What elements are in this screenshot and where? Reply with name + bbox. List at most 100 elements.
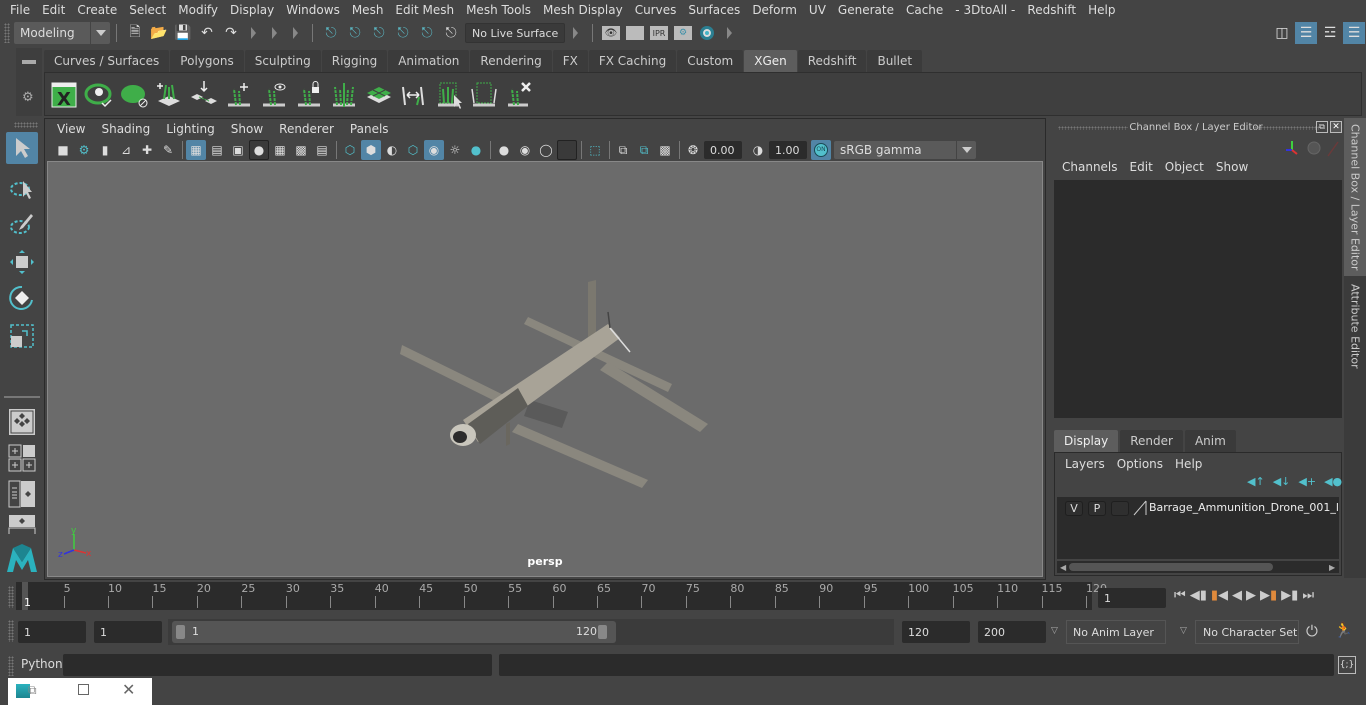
xgen-sculpt-guides-icon[interactable] xyxy=(329,79,359,109)
undo-icon[interactable]: ↶ xyxy=(196,22,218,44)
wireframe-on-shaded-icon[interactable]: ⬡ xyxy=(403,140,423,160)
maximize-icon[interactable] xyxy=(78,684,89,695)
persp-graph-layout-button[interactable] xyxy=(6,514,38,534)
panel-menu-show[interactable]: Show xyxy=(223,122,271,136)
film-gate-icon[interactable]: ▤ xyxy=(207,140,227,160)
menu-help[interactable]: Help xyxy=(1082,3,1121,17)
panel-menu-renderer[interactable]: Renderer xyxy=(271,122,342,136)
menu-3dtoall[interactable]: - 3DtoAll - xyxy=(949,3,1021,17)
xgen-preview-icon[interactable] xyxy=(84,79,114,109)
xray-icon[interactable]: ⧉ xyxy=(613,140,633,160)
channel-box-toggle-icon[interactable]: ☰ xyxy=(1343,22,1365,44)
range-start-handle[interactable] xyxy=(176,625,185,639)
collapse-toggle[interactable] xyxy=(251,27,256,39)
xgen-hide-icon[interactable] xyxy=(119,79,149,109)
menu-set-dropdown[interactable]: Modeling xyxy=(14,22,110,44)
xgen-bound-guides-icon[interactable] xyxy=(469,79,499,109)
xgen-select-guides-icon[interactable] xyxy=(434,79,464,109)
step-forward-key-icon[interactable]: ▶▮ xyxy=(1260,588,1277,603)
shelf-tab-custom[interactable]: Custom xyxy=(677,50,744,72)
layer-menu-options[interactable]: Options xyxy=(1111,457,1169,471)
layer-visibility-toggle[interactable]: V xyxy=(1065,501,1083,516)
animation-end-field[interactable]: 200 xyxy=(978,621,1046,643)
shelf-tabs-menu-icon[interactable] xyxy=(22,60,36,64)
scale-tool[interactable] xyxy=(6,320,38,352)
go-to-start-icon[interactable]: ⏮ xyxy=(1174,588,1186,603)
range-end-handle[interactable] xyxy=(598,625,607,639)
menu-redshift[interactable]: Redshift xyxy=(1021,3,1082,17)
menu-edit[interactable]: Edit xyxy=(36,3,71,17)
command-language-label[interactable]: Python xyxy=(21,657,63,671)
step-back-key-icon[interactable]: ▮◀ xyxy=(1211,588,1228,603)
shelf-tab-xgen[interactable]: XGen xyxy=(744,50,797,72)
anim-layer-dropdown[interactable]: No Anim Layer xyxy=(1066,620,1166,644)
channel-box-menu-show[interactable]: Show xyxy=(1210,160,1254,174)
layer-tab-render[interactable]: Render xyxy=(1120,430,1183,452)
textured-icon[interactable]: ◉ xyxy=(424,140,444,160)
tool-settings-toggle-icon[interactable]: ☲ xyxy=(1319,22,1341,44)
scroll-left-icon[interactable]: ◀ xyxy=(1060,563,1066,572)
script-editor-icon[interactable]: {;} xyxy=(1338,656,1356,674)
scrollbar-thumb[interactable] xyxy=(1069,563,1273,571)
character-set-dropdown[interactable]: No Character Set xyxy=(1195,620,1299,644)
close-icon[interactable]: ✕ xyxy=(122,680,135,699)
smooth-shade-icon[interactable]: ⬢ xyxy=(361,140,381,160)
menu-generate[interactable]: Generate xyxy=(832,3,900,17)
panel-menu-view[interactable]: View xyxy=(49,122,93,136)
channel-box-menu-channels[interactable]: Channels xyxy=(1056,160,1124,174)
menu-deform[interactable]: Deform xyxy=(746,3,803,17)
shelf-tab-polygons[interactable]: Polygons xyxy=(170,50,244,72)
2d-pan-zoom-icon[interactable]: ✚ xyxy=(137,140,157,160)
collapse-toggle[interactable] xyxy=(573,27,578,39)
shelf-tab-redshift[interactable]: Redshift xyxy=(797,50,867,72)
single-perspective-layout-button[interactable] xyxy=(6,406,38,438)
layer-tab-display[interactable]: Display xyxy=(1054,430,1119,452)
isolate-select-icon[interactable]: ⬚ xyxy=(585,140,605,160)
shelf-tab-fx[interactable]: FX xyxy=(552,50,588,72)
screen-space-ao-icon[interactable]: ● xyxy=(494,140,514,160)
menu-select[interactable]: Select xyxy=(123,3,172,17)
tab-attribute-editor[interactable]: Attribute Editor xyxy=(1344,278,1366,374)
gate-mask-icon[interactable]: ● xyxy=(249,140,269,160)
ipr-render-icon[interactable]: IPR xyxy=(650,26,668,40)
xgen-add-guide-icon[interactable] xyxy=(224,79,254,109)
manipulator-icon[interactable] xyxy=(1286,141,1298,155)
layer-name[interactable]: Barrage_Ammunition_Drone_001_layer xyxy=(1149,501,1339,514)
xgen-delete-guides-icon[interactable] xyxy=(504,79,534,109)
layer-row[interactable]: VP Barrage_Ammunition_Drone_001_layer xyxy=(1057,497,1339,519)
grease-pencil-icon[interactable]: ✎ xyxy=(158,140,178,160)
step-back-frame-icon[interactable]: ◀▮ xyxy=(1190,588,1207,603)
layer-menu-help[interactable]: Help xyxy=(1169,457,1208,471)
menu-display[interactable]: Display xyxy=(224,3,280,17)
make-live-icon[interactable]: ⎋ xyxy=(440,22,462,44)
gamma-icon[interactable]: ◑ xyxy=(748,140,768,160)
current-frame-field[interactable]: 1 xyxy=(1098,588,1166,608)
panel-menu-lighting[interactable]: Lighting xyxy=(158,122,223,136)
close-icon[interactable]: ✕ xyxy=(1330,121,1342,133)
time-slider[interactable]: 1 5 10 15 20 25 30 35 40 45 50 55 60 65 70 75 80 85 90 95 1… xyxy=(16,582,1107,610)
panel-menu-panels[interactable]: Panels xyxy=(342,122,397,136)
drone-model[interactable] xyxy=(48,162,1043,577)
hyper-icon[interactable] xyxy=(1327,141,1339,157)
camera-attributes-icon[interactable]: ⚙ xyxy=(74,140,94,160)
move-layer-down-icon[interactable]: ◀↓ xyxy=(1273,475,1291,488)
range-slider[interactable]: 1 120 xyxy=(172,621,616,643)
depth-of-field-icon[interactable] xyxy=(557,140,577,160)
auto-key-icon[interactable]: ⏻ xyxy=(1306,622,1318,640)
shelf-tab-curves-surfaces[interactable]: Curves / Surfaces xyxy=(44,50,170,72)
menu-mesh[interactable]: Mesh xyxy=(346,3,390,17)
channel-box-area[interactable] xyxy=(1054,180,1342,418)
menu-uv[interactable]: UV xyxy=(803,3,832,17)
exposure-field[interactable]: 0.00 xyxy=(704,141,742,159)
use-all-lights-icon[interactable]: ☼ xyxy=(445,140,465,160)
snap-view-plane-icon[interactable]: ⎋ xyxy=(392,22,414,44)
layer-tab-anim[interactable]: Anim xyxy=(1184,430,1236,452)
shelf-tab-animation[interactable]: Animation xyxy=(388,50,470,72)
xgen-add-guides-icon[interactable] xyxy=(154,79,184,109)
float-panel-icon[interactable]: ⧉ xyxy=(1316,121,1328,133)
restore-icon[interactable]: ⧉ xyxy=(28,683,37,698)
layer-color-swatch[interactable] xyxy=(1133,500,1147,519)
default-material-icon[interactable]: ◐ xyxy=(382,140,402,160)
motion-blur-icon[interactable]: ◉ xyxy=(515,140,535,160)
layer-playback-toggle[interactable]: P xyxy=(1088,501,1106,516)
